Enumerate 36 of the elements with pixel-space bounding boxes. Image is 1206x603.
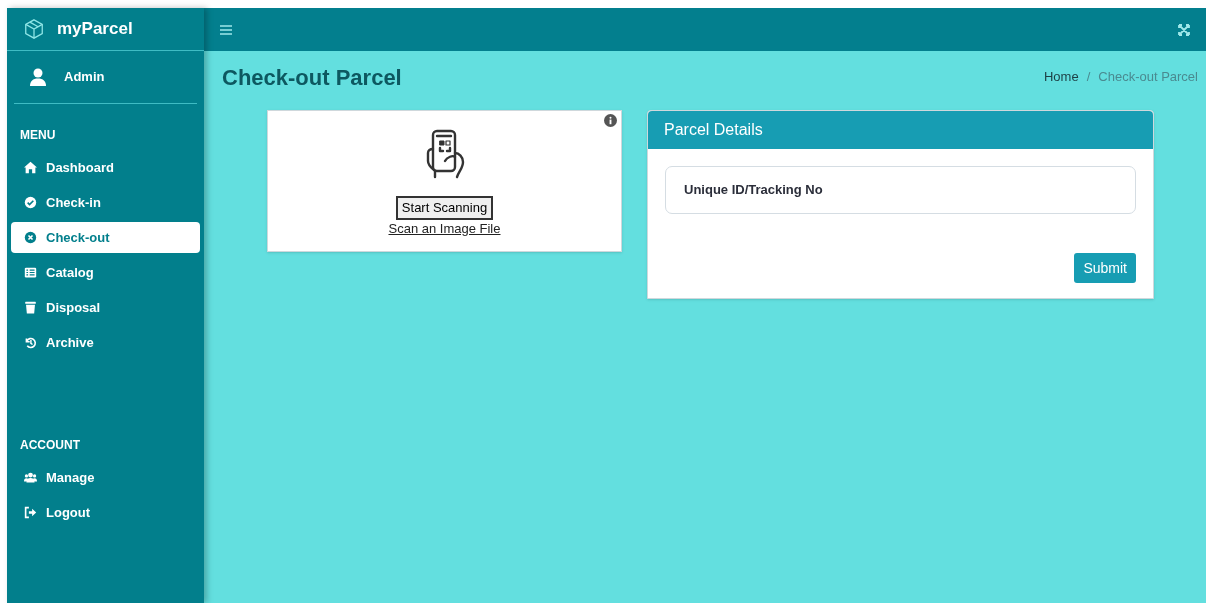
page-title: Check-out Parcel [222, 63, 402, 92]
home-icon [24, 161, 37, 174]
user-icon [30, 68, 46, 86]
history-icon [24, 336, 37, 349]
sidebar-item[interactable]: Check-out [11, 222, 200, 253]
breadcrumb-separator: / [1086, 68, 1091, 87]
phone-scan-icon [424, 129, 465, 181]
check-circle-icon [24, 196, 37, 209]
info-icon[interactable] [604, 114, 617, 127]
tracking-number-field[interactable]: Unique ID/Tracking No [665, 166, 1136, 214]
list-icon [24, 266, 37, 279]
scan-image-file-link[interactable]: Scan an Image File [388, 220, 501, 237]
sidebar-item[interactable]: Check-in [11, 187, 200, 218]
sidebar-item[interactable]: Logout [11, 497, 200, 528]
field-label: Unique ID/Tracking No [684, 181, 823, 200]
brand-name: myParcel [57, 18, 133, 41]
card-title: Parcel Details [664, 120, 763, 140]
menu-icon[interactable] [220, 24, 232, 35]
sidebar-item[interactable]: Dashboard [11, 152, 200, 183]
users-icon [24, 471, 37, 484]
start-scanning-button[interactable]: Start Scanning [395, 196, 494, 220]
cube-logo-icon [23, 18, 45, 40]
section-heading: MENU [19, 127, 57, 144]
logout-icon [24, 506, 37, 519]
user-name: Admin [64, 68, 105, 87]
close-circle-icon [24, 231, 37, 244]
sidebar-item[interactable]: Manage [11, 462, 200, 493]
breadcrumb-current: Check-out Parcel [1098, 68, 1198, 87]
sidebar-item[interactable]: Archive [11, 327, 200, 358]
breadcrumb-link[interactable]: Home [1043, 67, 1079, 87]
section-heading: ACCOUNT [19, 437, 81, 454]
expand-icon[interactable] [1178, 23, 1190, 36]
submit-button[interactable]: Submit [1074, 253, 1136, 283]
sidebar-item[interactable]: Disposal [11, 292, 200, 323]
trash-icon [24, 301, 37, 314]
sidebar-item[interactable]: Catalog [11, 257, 200, 288]
